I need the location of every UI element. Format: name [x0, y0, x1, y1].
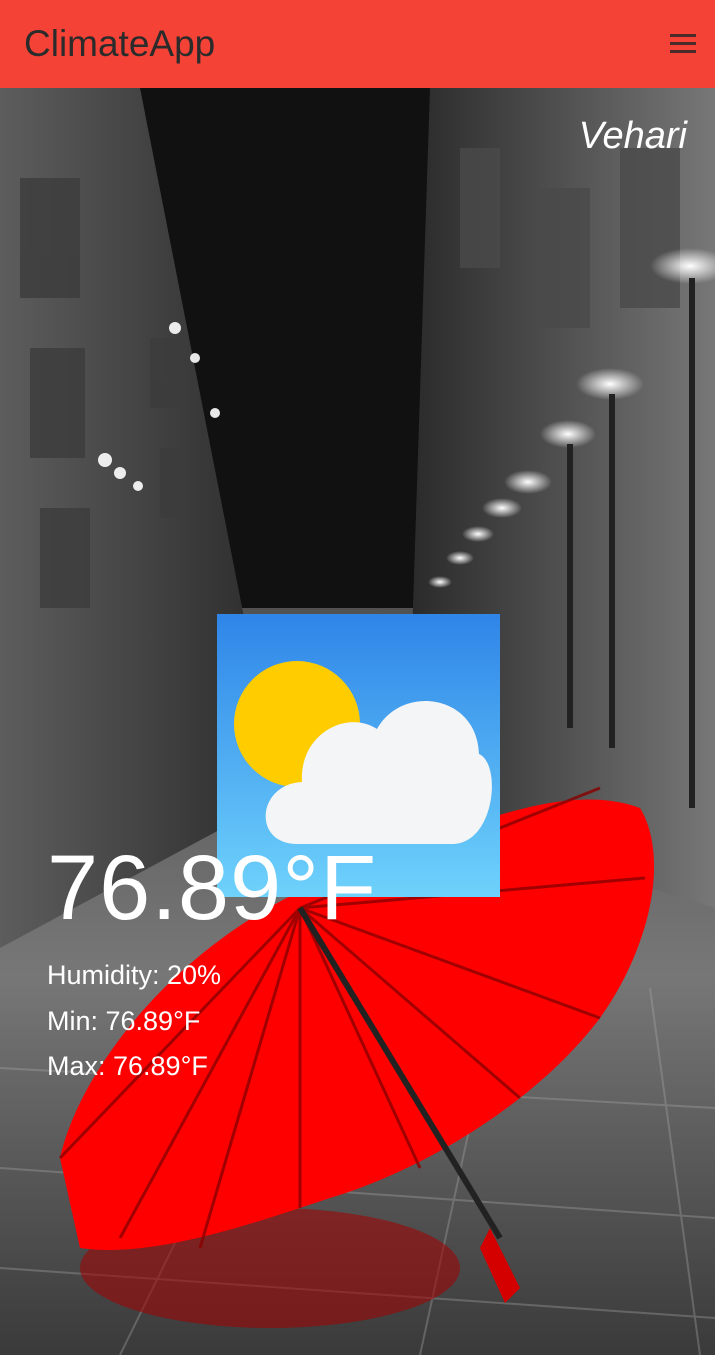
max-temperature-text: Max: 76.89°F	[47, 1051, 208, 1081]
hamburger-menu-icon[interactable]	[667, 28, 699, 60]
app-title: ClimateApp	[24, 23, 216, 64]
min-temperature-text: Min: 76.89°F	[47, 1006, 201, 1036]
humidity-text: Humidity: 20%	[47, 960, 222, 990]
city-name: Vehari	[578, 115, 687, 157]
temperature-value: 76.89°F	[47, 837, 378, 939]
climate-app-screen: ClimateApp Vehari 76.89°F Humidity: 20% …	[0, 0, 715, 1355]
app-bar: ClimateApp	[0, 0, 715, 88]
